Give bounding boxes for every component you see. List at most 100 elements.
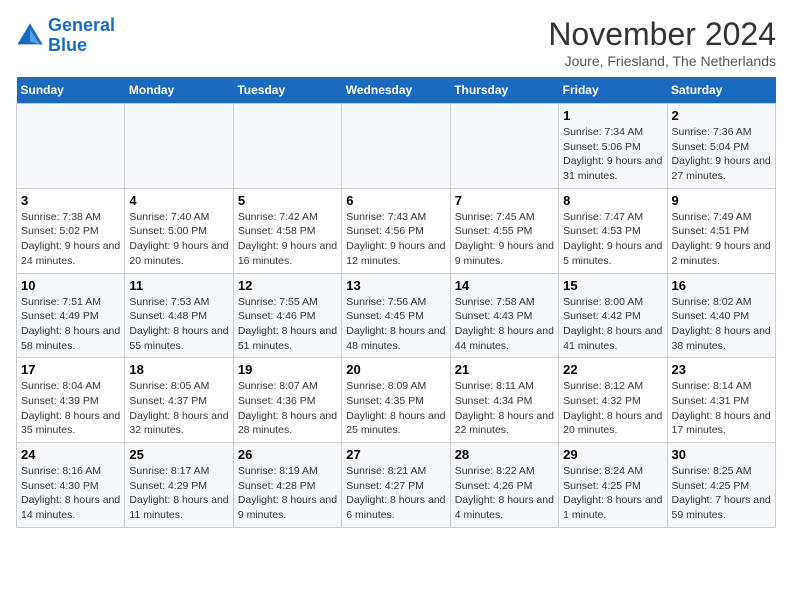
day-info: Sunrise: 7:49 AM Sunset: 4:51 PM Dayligh… <box>672 210 771 269</box>
calendar-cell: 16 Sunrise: 8:02 AM Sunset: 4:40 PM Dayli… <box>667 273 775 358</box>
calendar-cell: 29 Sunrise: 8:24 AM Sunset: 4:25 PM Dayli… <box>559 443 667 528</box>
calendar-header-friday: Friday <box>559 77 667 104</box>
calendar-body: 1 Sunrise: 7:34 AM Sunset: 5:06 PM Daylig… <box>17 104 776 528</box>
calendar-cell <box>450 104 558 189</box>
logo-icon <box>16 22 44 50</box>
calendar-cell <box>17 104 125 189</box>
day-info: Sunrise: 7:45 AM Sunset: 4:55 PM Dayligh… <box>455 210 554 269</box>
day-info: Sunrise: 7:34 AM Sunset: 5:06 PM Dayligh… <box>563 125 662 184</box>
day-info: Sunrise: 8:16 AM Sunset: 4:30 PM Dayligh… <box>21 464 120 523</box>
day-info: Sunrise: 8:22 AM Sunset: 4:26 PM Dayligh… <box>455 464 554 523</box>
day-info: Sunrise: 7:58 AM Sunset: 4:43 PM Dayligh… <box>455 295 554 354</box>
day-info: Sunrise: 8:24 AM Sunset: 4:25 PM Dayligh… <box>563 464 662 523</box>
day-number: 21 <box>455 362 554 377</box>
day-number: 5 <box>238 193 337 208</box>
calendar-cell: 2Sunrise: 7:36 AM Sunset: 5:04 PM Daylig… <box>667 104 775 189</box>
day-info: Sunrise: 8:09 AM Sunset: 4:35 PM Dayligh… <box>346 379 445 438</box>
calendar-cell: 8 Sunrise: 7:47 AM Sunset: 4:53 PM Daylig… <box>559 188 667 273</box>
calendar-cell: 23 Sunrise: 8:14 AM Sunset: 4:31 PM Dayli… <box>667 358 775 443</box>
day-number: 22 <box>563 362 662 377</box>
day-number: 20 <box>346 362 445 377</box>
calendar-cell: 24 Sunrise: 8:16 AM Sunset: 4:30 PM Dayli… <box>17 443 125 528</box>
day-number: 1 <box>563 108 662 123</box>
day-info: Sunrise: 8:12 AM Sunset: 4:32 PM Dayligh… <box>563 379 662 438</box>
day-number: 8 <box>563 193 662 208</box>
calendar-cell <box>342 104 450 189</box>
day-number: 9 <box>672 193 771 208</box>
calendar-header-row: SundayMondayTuesdayWednesdayThursdayFrid… <box>17 77 776 104</box>
calendar-cell: 9 Sunrise: 7:49 AM Sunset: 4:51 PM Daylig… <box>667 188 775 273</box>
calendar-cell: 28 Sunrise: 8:22 AM Sunset: 4:26 PM Dayli… <box>450 443 558 528</box>
calendar-week-row: 10 Sunrise: 7:51 AM Sunset: 4:49 PM Dayli… <box>17 273 776 358</box>
calendar-cell: 15 Sunrise: 8:00 AM Sunset: 4:42 PM Dayli… <box>559 273 667 358</box>
calendar-cell <box>125 104 233 189</box>
location: Joure, Friesland, The Netherlands <box>548 53 776 69</box>
day-number: 3 <box>21 193 120 208</box>
day-info: Sunrise: 7:43 AM Sunset: 4:56 PM Dayligh… <box>346 210 445 269</box>
day-info: Sunrise: 8:17 AM Sunset: 4:29 PM Dayligh… <box>129 464 228 523</box>
day-number: 19 <box>238 362 337 377</box>
day-number: 16 <box>672 278 771 293</box>
calendar-header-sunday: Sunday <box>17 77 125 104</box>
calendar-cell: 6 Sunrise: 7:43 AM Sunset: 4:56 PM Daylig… <box>342 188 450 273</box>
calendar-cell <box>233 104 341 189</box>
calendar-header-tuesday: Tuesday <box>233 77 341 104</box>
calendar-cell: 3 Sunrise: 7:38 AM Sunset: 5:02 PM Daylig… <box>17 188 125 273</box>
calendar-week-row: 3 Sunrise: 7:38 AM Sunset: 5:02 PM Daylig… <box>17 188 776 273</box>
day-info: Sunrise: 8:21 AM Sunset: 4:27 PM Dayligh… <box>346 464 445 523</box>
calendar-cell: 25 Sunrise: 8:17 AM Sunset: 4:29 PM Dayli… <box>125 443 233 528</box>
day-number: 15 <box>563 278 662 293</box>
logo: General Blue <box>16 16 115 56</box>
calendar-cell: 1 Sunrise: 7:34 AM Sunset: 5:06 PM Daylig… <box>559 104 667 189</box>
day-number: 11 <box>129 278 228 293</box>
day-info: Sunrise: 7:38 AM Sunset: 5:02 PM Dayligh… <box>21 210 120 269</box>
calendar-header-monday: Monday <box>125 77 233 104</box>
day-number: 2 <box>672 108 771 123</box>
day-number: 27 <box>346 447 445 462</box>
day-number: 23 <box>672 362 771 377</box>
calendar-table: SundayMondayTuesdayWednesdayThursdayFrid… <box>16 77 776 528</box>
calendar-cell: 17Sunrise: 8:04 AM Sunset: 4:39 PM Dayli… <box>17 358 125 443</box>
calendar-header-thursday: Thursday <box>450 77 558 104</box>
calendar-cell: 26Sunrise: 8:19 AM Sunset: 4:28 PM Dayli… <box>233 443 341 528</box>
day-info: Sunrise: 7:56 AM Sunset: 4:45 PM Dayligh… <box>346 295 445 354</box>
logo-text: General Blue <box>48 16 115 56</box>
page-header: General Blue November 2024 Joure, Friesl… <box>16 16 776 69</box>
calendar-cell: 7Sunrise: 7:45 AM Sunset: 4:55 PM Daylig… <box>450 188 558 273</box>
calendar-cell: 5 Sunrise: 7:42 AM Sunset: 4:58 PM Daylig… <box>233 188 341 273</box>
day-number: 26 <box>238 447 337 462</box>
day-number: 14 <box>455 278 554 293</box>
day-info: Sunrise: 8:02 AM Sunset: 4:40 PM Dayligh… <box>672 295 771 354</box>
day-info: Sunrise: 8:00 AM Sunset: 4:42 PM Dayligh… <box>563 295 662 354</box>
day-number: 12 <box>238 278 337 293</box>
day-info: Sunrise: 8:11 AM Sunset: 4:34 PM Dayligh… <box>455 379 554 438</box>
day-info: Sunrise: 8:25 AM Sunset: 4:25 PM Dayligh… <box>672 464 771 523</box>
day-info: Sunrise: 8:07 AM Sunset: 4:36 PM Dayligh… <box>238 379 337 438</box>
title-block: November 2024 Joure, Friesland, The Neth… <box>548 16 776 69</box>
calendar-cell: 27 Sunrise: 8:21 AM Sunset: 4:27 PM Dayli… <box>342 443 450 528</box>
calendar-cell: 14 Sunrise: 7:58 AM Sunset: 4:43 PM Dayli… <box>450 273 558 358</box>
day-number: 28 <box>455 447 554 462</box>
day-number: 4 <box>129 193 228 208</box>
day-info: Sunrise: 8:14 AM Sunset: 4:31 PM Dayligh… <box>672 379 771 438</box>
day-info: Sunrise: 8:05 AM Sunset: 4:37 PM Dayligh… <box>129 379 228 438</box>
calendar-week-row: 17Sunrise: 8:04 AM Sunset: 4:39 PM Dayli… <box>17 358 776 443</box>
day-number: 25 <box>129 447 228 462</box>
calendar-cell: 12Sunrise: 7:55 AM Sunset: 4:46 PM Dayli… <box>233 273 341 358</box>
day-number: 29 <box>563 447 662 462</box>
calendar-week-row: 1 Sunrise: 7:34 AM Sunset: 5:06 PM Daylig… <box>17 104 776 189</box>
calendar-cell: 19 Sunrise: 8:07 AM Sunset: 4:36 PM Dayli… <box>233 358 341 443</box>
day-number: 30 <box>672 447 771 462</box>
day-info: Sunrise: 7:51 AM Sunset: 4:49 PM Dayligh… <box>21 295 120 354</box>
calendar-cell: 21 Sunrise: 8:11 AM Sunset: 4:34 PM Dayli… <box>450 358 558 443</box>
day-info: Sunrise: 7:53 AM Sunset: 4:48 PM Dayligh… <box>129 295 228 354</box>
calendar-cell: 22 Sunrise: 8:12 AM Sunset: 4:32 PM Dayli… <box>559 358 667 443</box>
day-info: Sunrise: 7:42 AM Sunset: 4:58 PM Dayligh… <box>238 210 337 269</box>
day-number: 6 <box>346 193 445 208</box>
day-number: 24 <box>21 447 120 462</box>
day-info: Sunrise: 8:04 AM Sunset: 4:39 PM Dayligh… <box>21 379 120 438</box>
day-info: Sunrise: 7:40 AM Sunset: 5:00 PM Dayligh… <box>129 210 228 269</box>
calendar-week-row: 24 Sunrise: 8:16 AM Sunset: 4:30 PM Dayli… <box>17 443 776 528</box>
day-info: Sunrise: 7:47 AM Sunset: 4:53 PM Dayligh… <box>563 210 662 269</box>
day-number: 10 <box>21 278 120 293</box>
